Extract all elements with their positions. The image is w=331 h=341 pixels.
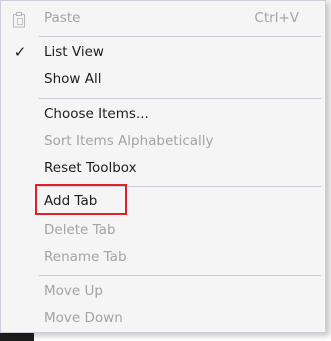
menu-item-label: Paste [44, 10, 81, 26]
menu-item-reset-toolbox[interactable]: Reset Toolbox [1, 155, 325, 182]
menu-item-label: List View [44, 44, 104, 60]
menu-item-label: Move Down [44, 310, 123, 326]
menu-item-rename-tab[interactable]: Rename Tab [1, 244, 325, 271]
menu-separator [39, 275, 321, 276]
menu-item-delete-tab[interactable]: Delete Tab [1, 217, 325, 244]
menu-item-label: Choose Items... [44, 106, 149, 122]
menu-item-move-down[interactable]: Move Down [1, 305, 325, 332]
shortcut-text: Ctrl+V [254, 10, 299, 26]
menu-item-show-all[interactable]: Show All [1, 66, 325, 93]
menu-item-paste[interactable]: Paste Ctrl+V [1, 5, 325, 32]
menu-item-choose-items[interactable]: Choose Items... [1, 101, 325, 128]
menu-separator [39, 98, 321, 99]
menu-item-label: Show All [44, 71, 102, 87]
menu-item-sort-items[interactable]: Sort Items Alphabetically [1, 128, 325, 155]
menu-item-label: Sort Items Alphabetically [44, 133, 214, 149]
menu-item-label: Move Up [44, 283, 103, 299]
menu-item-label: Reset Toolbox [44, 160, 137, 176]
menu-item-label: Delete Tab [44, 222, 116, 238]
check-icon: ✓ [13, 43, 27, 61]
annotation-highlight-box [35, 184, 127, 215]
menu-item-label: Rename Tab [44, 249, 127, 265]
menu-item-move-up[interactable]: Move Up [1, 278, 325, 305]
menu-item-list-view[interactable]: ✓ List View [1, 39, 325, 66]
menu-separator [39, 36, 321, 37]
toolbox-context-menu: Paste Ctrl+V ✓ List View Show All Choose… [0, 0, 326, 333]
background-tab-stub [0, 332, 34, 341]
clipboard-icon [12, 11, 26, 38]
